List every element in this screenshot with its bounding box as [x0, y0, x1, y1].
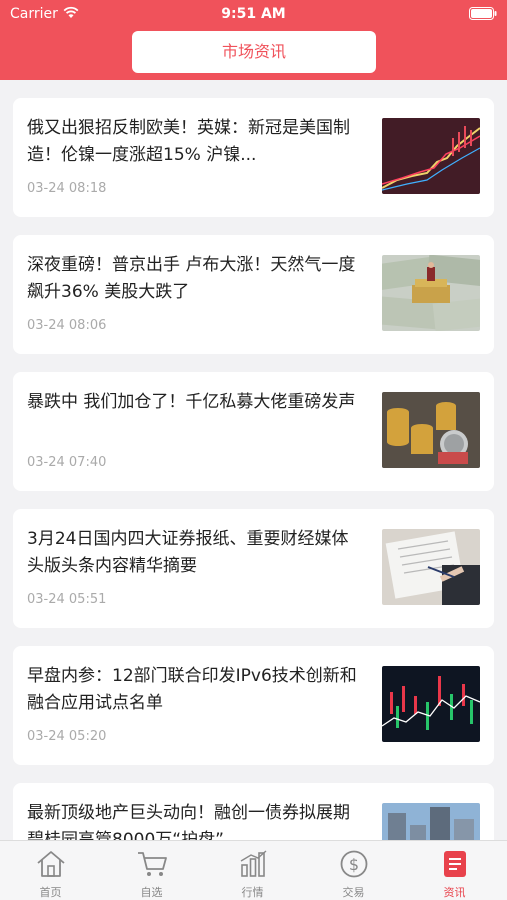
news-card[interactable]: 早盘内参：12部门联合印发IPv6技术创新和融合应用试点名单 03-24 05:…	[13, 646, 494, 765]
news-time: 03-24 08:18	[27, 181, 107, 196]
news-card[interactable]: 3月24日国内四大证券报纸、重要财经媒体头版头条内容精华摘要 03-24 05:…	[13, 509, 494, 628]
news-feed[interactable]: 俄又出狠招反制欧美！英媒：新冠是美国制造！伦镍一度涨超15% 沪镍... 03-…	[0, 80, 507, 840]
tab-trade-label: 交易	[342, 886, 365, 899]
tab-home-label: 首页	[39, 886, 62, 899]
news-card[interactable]: 暴跌中 我们加仓了！千亿私募大佬重磅发声 03-24 07:40	[13, 372, 494, 491]
news-time: 03-24 05:20	[27, 729, 107, 744]
page-title: 市场资讯	[132, 31, 376, 73]
news-time: 03-24 08:06	[27, 318, 107, 333]
tab-bar: 首页 自选 行情 $ 交易 资讯	[0, 840, 507, 900]
building-image	[382, 803, 480, 840]
news-card[interactable]: 深夜重磅！普京出手 卢布大涨！天然气一度飙升36% 美股大跌了 03-24 08…	[13, 235, 494, 354]
news-time: 03-24 07:40	[27, 455, 107, 470]
news-card[interactable]: 最新顶级地产巨头动向！融创一债券拟展期 碧桂园高管8000万“护盘”	[13, 783, 494, 840]
dollar-icon: $	[340, 850, 368, 878]
news-card[interactable]: 俄又出狠招反制欧美！英媒：新冠是美国制造！伦镍一度涨超15% 沪镍... 03-…	[13, 98, 494, 217]
status-bar: Carrier 9:51 AM	[0, 0, 507, 28]
tab-watchlist-label: 自选	[140, 886, 163, 899]
news-title: 最新顶级地产巨头动向！融创一债券拟展期 碧桂园高管8000万“护盘”	[27, 803, 350, 840]
svg-text:$: $	[349, 855, 359, 874]
tab-trade[interactable]: $ 交易	[303, 841, 404, 900]
news-time: 03-24 05:51	[27, 592, 107, 607]
stock-chart-image	[382, 666, 480, 742]
tab-news[interactable]: 资讯	[404, 841, 505, 900]
tab-watchlist[interactable]: 自选	[101, 841, 202, 900]
bar-chart-icon	[240, 850, 267, 877]
home-icon	[37, 851, 65, 877]
news-title: 深夜重磅！普京出手 卢布大涨！天然气一度飙升36% 美股大跌了	[27, 255, 356, 302]
cart-icon	[138, 852, 167, 876]
tab-market[interactable]: 行情	[202, 841, 303, 900]
header-bar: Carrier 9:51 AM 市场资讯	[0, 0, 507, 80]
tab-news-label: 资讯	[443, 886, 466, 899]
news-title: 暴跌中 我们加仓了！千亿私募大佬重磅发声	[27, 392, 356, 412]
coins-image	[382, 392, 480, 468]
document-image	[382, 529, 480, 605]
chart-image	[382, 118, 480, 194]
news-icon	[444, 851, 466, 877]
money-image	[382, 255, 480, 331]
clock: 9:51 AM	[221, 6, 286, 22]
tab-home[interactable]: 首页	[0, 841, 101, 900]
tab-market-label: 行情	[241, 886, 264, 899]
news-title: 早盘内参：12部门联合印发IPv6技术创新和融合应用试点名单	[27, 666, 357, 713]
battery-icon	[469, 7, 497, 20]
news-title: 俄又出狠招反制欧美！英媒：新冠是美国制造！伦镍一度涨超15% 沪镍...	[27, 118, 350, 165]
news-title: 3月24日国内四大证券报纸、重要财经媒体头版头条内容精华摘要	[27, 529, 349, 576]
